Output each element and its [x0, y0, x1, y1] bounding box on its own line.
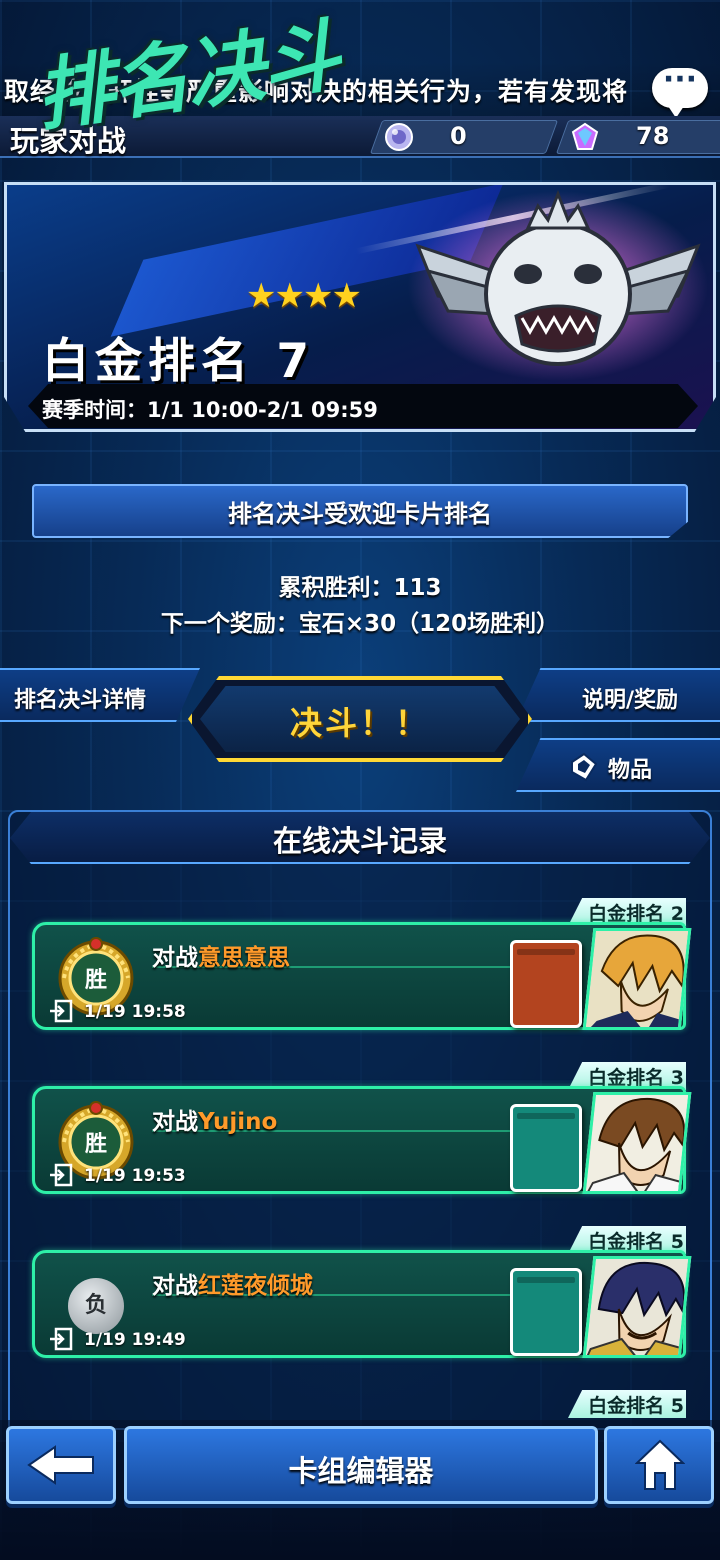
rank-stars: ★★★★	[246, 276, 362, 316]
tab-rank-details-label: 排名决斗详情	[14, 688, 147, 713]
gem-icon	[571, 122, 599, 150]
duel-button-label: 决斗！！	[289, 704, 430, 742]
opponent-line: 对战意思意思	[152, 938, 290, 972]
deck-box-icon	[510, 940, 582, 1028]
popular-cards-label: 排名决斗受欢迎卡片排名	[228, 500, 492, 528]
vs-prefix: 对战	[152, 1109, 198, 1135]
login-time-icon	[50, 999, 73, 1023]
duel-record[interactable]: 白金排名 3 胜 对战Yujino 1/19 19:53	[32, 1062, 692, 1194]
loss-badge: 负	[68, 1278, 124, 1334]
chat-icon: ···	[662, 62, 698, 97]
opponent-avatar	[582, 1092, 692, 1194]
duel-log-title: 在线决斗记录	[272, 824, 447, 858]
tab-items[interactable]: 物品	[516, 738, 720, 792]
opponent-avatar	[582, 1256, 692, 1358]
record-time: 1/19 19:58	[84, 1002, 186, 1022]
opponent-avatar	[582, 928, 692, 1030]
back-arrow-icon	[27, 1445, 94, 1485]
season-time: 赛季时间：1/1 10:00-2/1 09:59	[42, 398, 378, 422]
result-label: 胜	[85, 1132, 107, 1157]
opponent-line: 对战红莲夜倾城	[152, 1266, 313, 1300]
deck-editor-label: 卡组编辑器	[288, 1454, 434, 1488]
login-time-icon	[50, 1327, 73, 1351]
tab-rank-details[interactable]: 排名决斗详情	[0, 668, 200, 722]
duel-record[interactable]: 白金排名 5	[32, 1390, 686, 1420]
character-portrait-icon	[583, 1095, 692, 1194]
platinum-rank-emblem-icon	[408, 189, 708, 381]
tab-help-rewards-label: 说明/奖励	[582, 688, 679, 713]
duel-record[interactable]: 白金排名 2 胜 对战意思意思 1/19 19:58	[32, 898, 692, 1030]
next-reward: 下一个奖励：宝石×30（120场胜利）	[160, 611, 560, 637]
tab-items-label: 物品	[608, 758, 653, 783]
back-button[interactable]	[6, 1426, 116, 1504]
opponent-name: 意思意思	[198, 945, 290, 971]
record-time: 1/19 19:49	[84, 1330, 186, 1350]
login-time-icon	[50, 1163, 73, 1187]
orb-count: 0	[450, 122, 467, 150]
tab-help-rewards[interactable]: 说明/奖励	[516, 668, 720, 722]
chat-button[interactable]: ···	[652, 65, 708, 118]
deck-box-icon	[510, 1268, 582, 1356]
character-portrait-icon	[585, 931, 692, 1030]
items-icon	[571, 752, 598, 782]
home-button[interactable]	[604, 1426, 714, 1504]
vs-prefix: 对战	[152, 1273, 198, 1299]
orb-icon	[385, 123, 413, 151]
duel-record[interactable]: 白金排名 5 负 对战红莲夜倾城 1/19 19:49	[32, 1226, 692, 1358]
opponent-name: Yujino	[198, 1109, 278, 1135]
opponent-line: 对战Yujino	[152, 1102, 277, 1136]
total-wins: 累积胜利：113	[278, 575, 442, 601]
vs-prefix: 对战	[152, 945, 198, 971]
rank-title: 白金排名 7	[42, 334, 316, 389]
opponent-rank: 白金排名 5	[588, 1395, 684, 1417]
opponent-name: 红莲夜倾城	[198, 1273, 313, 1299]
record-time: 1/19 19:53	[84, 1166, 186, 1186]
gem-count: 78	[636, 122, 670, 150]
deck-box-icon	[510, 1104, 582, 1192]
home-icon	[635, 1439, 685, 1490]
character-portrait-icon	[583, 1259, 692, 1358]
result-label: 胜	[85, 968, 107, 993]
